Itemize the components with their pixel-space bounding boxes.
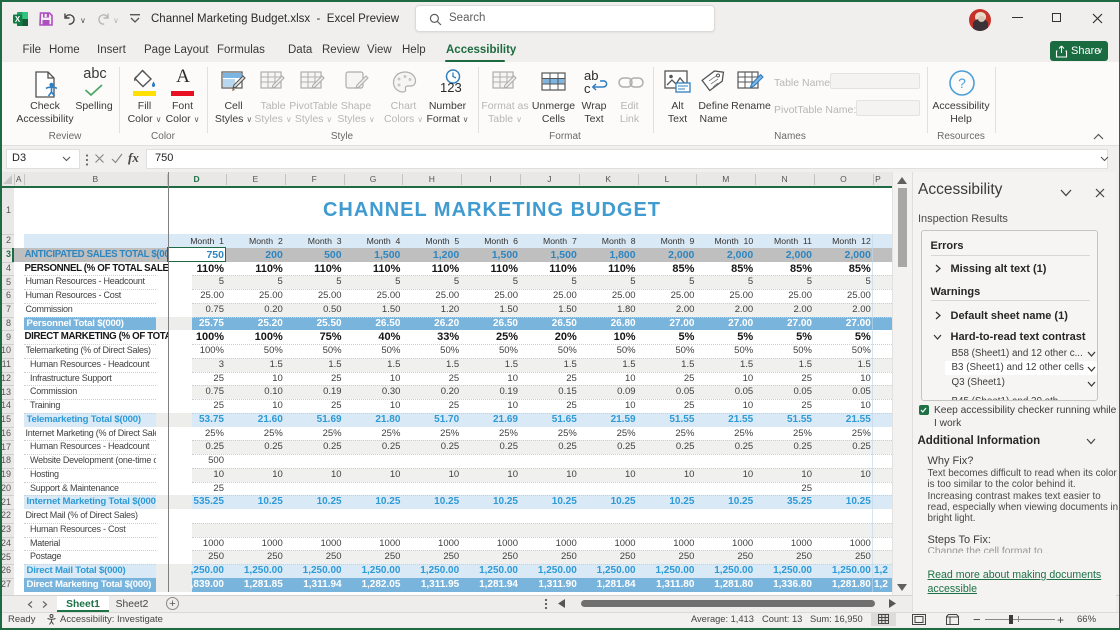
svg-text:123: 123 [440, 80, 462, 95]
svg-text:?: ? [958, 75, 966, 91]
svg-text:c: c [584, 81, 591, 96]
svg-text:X: X [15, 15, 21, 24]
